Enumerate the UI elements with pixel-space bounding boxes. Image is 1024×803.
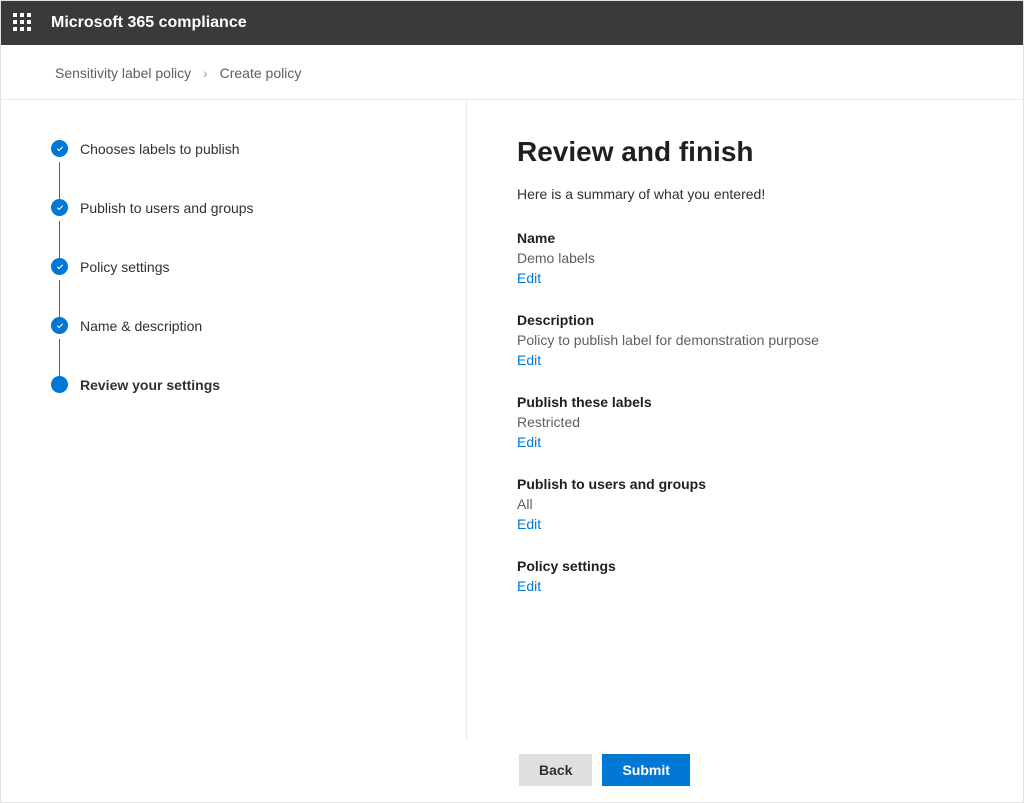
edit-name-link[interactable]: Edit <box>517 270 983 286</box>
back-button[interactable]: Back <box>519 754 592 786</box>
page-title: Review and finish <box>517 136 983 168</box>
edit-policy-settings-link[interactable]: Edit <box>517 578 983 594</box>
app-launcher-icon[interactable] <box>13 13 33 33</box>
section-title: Policy settings <box>517 558 983 574</box>
step-label: Review your settings <box>80 377 220 393</box>
submit-button[interactable]: Submit <box>602 754 689 786</box>
app-title: Microsoft 365 compliance <box>51 14 247 32</box>
breadcrumb-parent[interactable]: Sensitivity label policy <box>55 65 191 81</box>
breadcrumb: Sensitivity label policy › Create policy <box>1 45 1023 100</box>
section-title: Name <box>517 230 983 246</box>
checkmark-icon <box>51 258 68 275</box>
breadcrumb-current: Create policy <box>220 65 302 81</box>
checkmark-icon <box>51 140 68 157</box>
step-label: Policy settings <box>80 259 169 275</box>
section-title: Publish these labels <box>517 394 983 410</box>
wizard-footer: Back Submit <box>1 740 1023 786</box>
section-value: Demo labels <box>517 250 983 266</box>
step-name-description[interactable]: Name & description <box>51 317 466 334</box>
section-description: Description Policy to publish label for … <box>517 312 983 368</box>
section-value: Policy to publish label for demonstratio… <box>517 332 983 348</box>
current-step-icon <box>51 376 68 393</box>
step-label: Publish to users and groups <box>80 200 254 216</box>
wizard-steps-panel: Chooses labels to publish Publish to use… <box>1 100 467 740</box>
section-publish-labels: Publish these labels Restricted Edit <box>517 394 983 450</box>
step-label: Chooses labels to publish <box>80 141 240 157</box>
section-title: Description <box>517 312 983 328</box>
section-publish-users: Publish to users and groups All Edit <box>517 476 983 532</box>
checkmark-icon <box>51 199 68 216</box>
step-chooses-labels[interactable]: Chooses labels to publish <box>51 140 466 157</box>
step-label: Name & description <box>80 318 202 334</box>
step-publish-users[interactable]: Publish to users and groups <box>51 199 466 216</box>
topbar: Microsoft 365 compliance <box>1 1 1023 45</box>
edit-publish-labels-link[interactable]: Edit <box>517 434 983 450</box>
step-review-settings[interactable]: Review your settings <box>51 376 466 393</box>
section-name: Name Demo labels Edit <box>517 230 983 286</box>
section-policy-settings: Policy settings Edit <box>517 558 983 594</box>
checkmark-icon <box>51 317 68 334</box>
section-value: Restricted <box>517 414 983 430</box>
main-panel: Review and finish Here is a summary of w… <box>467 100 1023 740</box>
chevron-right-icon: › <box>203 65 208 81</box>
edit-description-link[interactable]: Edit <box>517 352 983 368</box>
section-title: Publish to users and groups <box>517 476 983 492</box>
step-policy-settings[interactable]: Policy settings <box>51 258 466 275</box>
section-value: All <box>517 496 983 512</box>
edit-publish-users-link[interactable]: Edit <box>517 516 983 532</box>
summary-intro: Here is a summary of what you entered! <box>517 186 983 202</box>
